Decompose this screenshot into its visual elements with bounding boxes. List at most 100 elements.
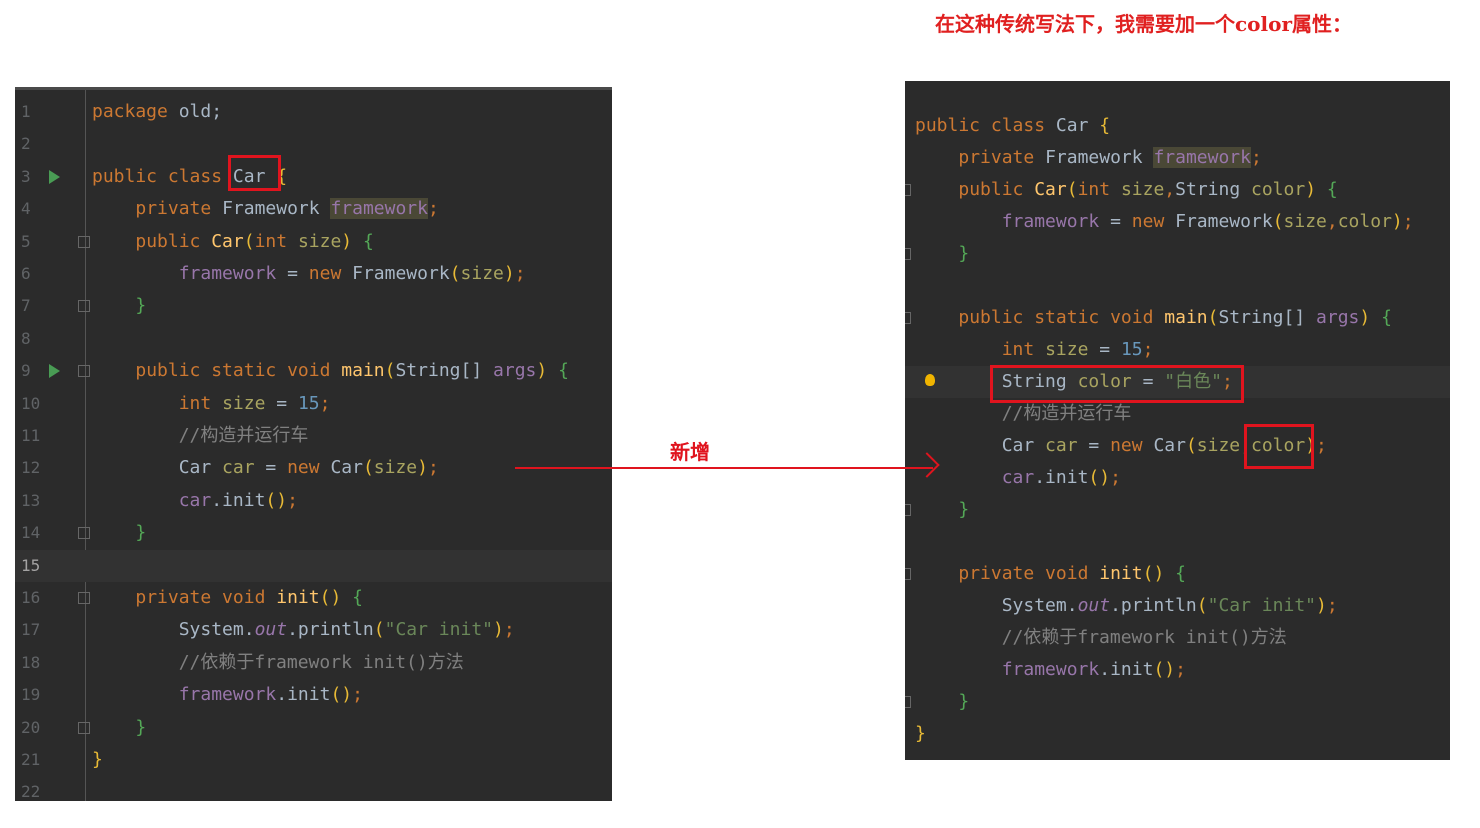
code-line[interactable] <box>905 526 1450 558</box>
code-line[interactable]: 19 framework.init(); <box>15 679 612 711</box>
left-code-editor[interactable]: 1 package old; 2 3 public class Car {4 priva… <box>15 87 612 801</box>
code-token: ; <box>1175 659 1186 680</box>
fold-icon[interactable] <box>78 721 90 734</box>
fold-icon[interactable] <box>905 696 911 708</box>
line-number[interactable]: 7 <box>21 290 31 322</box>
code-line[interactable]: 13 car.init(); <box>15 485 612 517</box>
code-token: .println <box>1110 595 1197 616</box>
line-number[interactable]: 16 <box>21 582 40 614</box>
code-line[interactable]: 16 private void init() { <box>15 582 612 614</box>
code-line[interactable]: 17 System.out.println("Car init"); <box>15 614 612 646</box>
line-number[interactable]: 17 <box>21 614 40 646</box>
code-token: ; <box>352 684 363 706</box>
code-line[interactable]: } <box>905 494 1450 526</box>
code-line[interactable]: 8 <box>15 323 612 355</box>
fold-icon[interactable] <box>78 235 90 248</box>
code-line[interactable]: Car car = new Car(size,color); <box>905 430 1450 462</box>
fold-icon[interactable] <box>905 312 911 324</box>
line-number[interactable]: 22 <box>21 776 40 801</box>
code-line[interactable]: 18 //依赖于framework init()方法 <box>15 647 612 679</box>
fold-icon[interactable] <box>905 184 911 196</box>
code-token: } <box>958 243 970 264</box>
horizontal-scrollbar[interactable] <box>15 87 303 90</box>
code-line[interactable]: private Framework framework; <box>905 142 1450 174</box>
code-token: car <box>1001 467 1035 488</box>
line-number[interactable]: 9 <box>21 355 31 387</box>
fold-icon[interactable] <box>78 592 90 604</box>
line-number[interactable]: 6 <box>21 258 31 290</box>
line-number[interactable]: 19 <box>21 679 40 711</box>
code-token: ( <box>1066 179 1078 200</box>
code-token: main <box>1164 307 1208 328</box>
code-line[interactable]: public Car(int size,String color) { <box>905 174 1450 206</box>
line-number[interactable]: 15 <box>21 550 40 582</box>
line-number[interactable]: 21 <box>21 744 40 776</box>
line-number[interactable]: 10 <box>21 388 40 420</box>
fold-icon[interactable] <box>78 365 90 378</box>
code-line[interactable]: 9 public static void main(String[] args)… <box>15 355 612 387</box>
code-line[interactable]: 21} <box>15 744 612 776</box>
code-token: , <box>1164 179 1176 200</box>
code-line[interactable]: 20 } <box>15 712 612 744</box>
code-line[interactable]: 10 int size = 15; <box>15 388 612 420</box>
code-line[interactable] <box>905 270 1450 302</box>
code-text: car.init(); <box>92 485 298 517</box>
code-line[interactable]: public class Car { <box>905 110 1450 142</box>
code-line[interactable]: 4 private Framework framework; <box>15 193 612 225</box>
fold-icon[interactable] <box>905 568 911 580</box>
code-line[interactable]: framework.init(); <box>905 654 1450 686</box>
line-number[interactable]: 18 <box>21 647 40 679</box>
code-line[interactable]: 11 //构造并运行车 <box>15 420 612 452</box>
line-number[interactable]: 14 <box>21 517 40 549</box>
line-number[interactable]: 12 <box>21 452 40 484</box>
code-line[interactable]: } <box>905 686 1450 718</box>
run-icon[interactable] <box>49 169 60 184</box>
code-line[interactable]: framework = new Framework(size,color); <box>905 206 1450 238</box>
line-number[interactable]: 20 <box>21 712 40 744</box>
code-line[interactable]: } <box>905 718 1450 750</box>
code-token: = <box>276 263 309 284</box>
fold-icon[interactable] <box>78 527 90 540</box>
run-icon[interactable] <box>49 364 60 379</box>
line-number[interactable]: 13 <box>21 485 40 517</box>
code-text: private void init() { <box>92 582 363 614</box>
fold-icon[interactable] <box>905 504 911 516</box>
line-number[interactable]: 3 <box>21 161 31 193</box>
code-line[interactable]: public static void main(String[] args) { <box>905 302 1450 334</box>
code-token: //依赖于framework init()方法 <box>1001 627 1287 648</box>
line-number[interactable]: 2 <box>21 128 31 160</box>
code-line[interactable]: 3 public class Car { <box>15 161 612 193</box>
code-line[interactable]: } <box>905 238 1450 270</box>
code-line[interactable]: //依赖于framework init()方法 <box>905 622 1450 654</box>
code-token: ; <box>427 198 439 220</box>
code-line[interactable]: 2 <box>15 128 612 160</box>
code-line[interactable]: 15 <box>15 549 612 582</box>
code-line[interactable]: 22 <box>15 776 612 801</box>
code-token: } <box>958 499 970 520</box>
code-token: Car <box>1055 115 1100 136</box>
fold-icon[interactable] <box>78 300 90 313</box>
fold-icon[interactable] <box>905 248 911 260</box>
code-token: ; <box>287 489 298 511</box>
code-line[interactable]: 7 } <box>15 290 612 322</box>
code-line[interactable]: System.out.println("Car init"); <box>905 590 1450 622</box>
code-line[interactable]: 1 package old; <box>15 96 612 128</box>
line-number[interactable]: 4 <box>21 193 31 225</box>
code-line[interactable]: 14 } <box>15 517 612 549</box>
code-line[interactable]: int size = 15; <box>905 334 1450 366</box>
line-number[interactable]: 11 <box>21 420 40 452</box>
line-number[interactable]: 5 <box>21 226 31 258</box>
right-code-editor[interactable]: public class Car { private Framework fra… <box>905 81 1450 760</box>
line-number[interactable]: 8 <box>21 323 31 355</box>
code-line[interactable]: 6 framework = new Framework(size); <box>15 258 612 290</box>
code-line[interactable]: private void init() { <box>905 558 1450 590</box>
code-line[interactable]: car.init(); <box>905 462 1450 494</box>
code-line[interactable]: 5 public Car(int size) { <box>15 226 612 258</box>
line-number[interactable]: 1 <box>21 96 31 128</box>
code-token: size <box>1120 179 1165 200</box>
